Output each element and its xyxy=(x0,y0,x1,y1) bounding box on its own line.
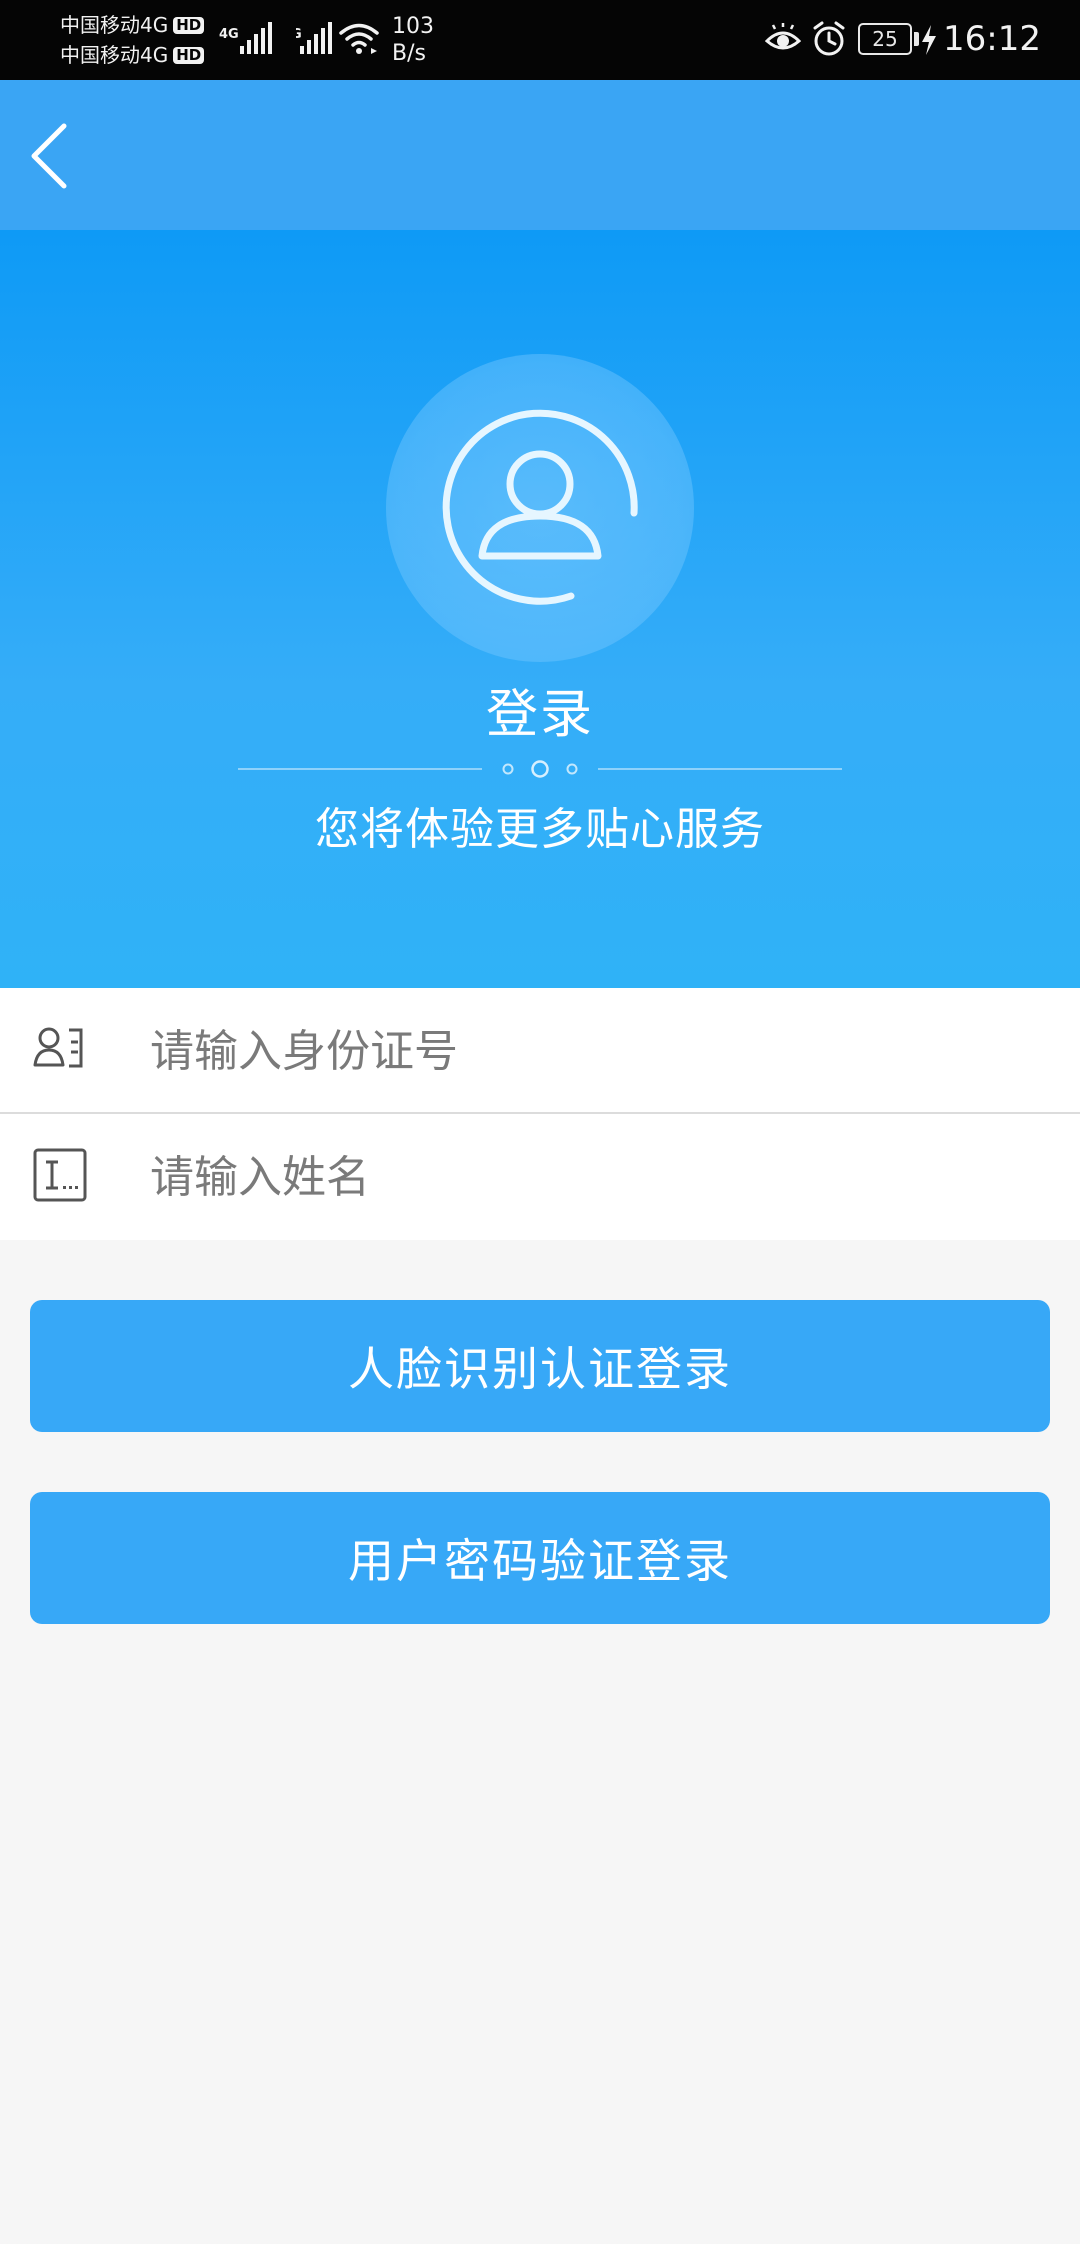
carrier-sim1-label: 中国移动4G xyxy=(60,13,169,37)
login-hero: 登录 您将体验更多贴心服务 xyxy=(0,230,1080,988)
name-row xyxy=(0,1114,1080,1240)
carrier-sim1: 中国移动4G HD xyxy=(60,12,205,38)
battery-level: 25 xyxy=(858,23,912,55)
hd-badge: HD xyxy=(173,17,205,34)
signal-icon: 4G xyxy=(219,22,272,54)
network-speed-value: 103 xyxy=(392,14,434,39)
login-form xyxy=(0,988,1080,1240)
password-login-button[interactable]: 用户密码验证登录 xyxy=(30,1492,1050,1624)
charging-icon xyxy=(922,25,936,55)
hd-badge: HD xyxy=(173,47,205,64)
battery-icon: 25 xyxy=(858,23,920,55)
name-input[interactable] xyxy=(150,1134,1030,1220)
eye-comfort-icon xyxy=(765,23,801,50)
battery-tip xyxy=(914,32,919,46)
divider-right xyxy=(598,768,842,770)
login-screen: 中国移动4GHD 中国移动4GHD 4G 4G 103 B xyxy=(0,0,1080,2244)
page-subtitle: 您将体验更多贴心服务 xyxy=(315,804,765,855)
face-recognition-login-button[interactable]: 人脸识别认证登录 xyxy=(30,1300,1050,1432)
id-number-row xyxy=(0,988,1080,1114)
alarm-icon xyxy=(813,21,845,56)
decorative-dots xyxy=(502,760,578,778)
network-speed-unit: B/s xyxy=(392,41,426,66)
carrier-sim2: 中国移动4G HD xyxy=(60,42,205,68)
page-title: 登录 xyxy=(485,685,594,745)
carrier-sim2-label: 中国移动4G xyxy=(60,43,169,67)
name-field-icon xyxy=(33,1148,87,1202)
divider-left xyxy=(238,768,482,770)
network-type-label: 4G xyxy=(296,27,302,42)
network-type-label: 4G xyxy=(219,27,239,42)
id-number-input[interactable] xyxy=(150,1008,1030,1094)
status-time: 16:12 xyxy=(943,19,1041,59)
wifi-icon xyxy=(339,23,379,54)
id-card-icon xyxy=(33,1027,83,1068)
status-bar: 中国移动4GHD 中国移动4GHD 4G 4G 103 B xyxy=(0,0,1080,80)
top-app-bar xyxy=(0,80,1080,230)
network-speed: 103 B/s xyxy=(392,13,434,67)
chevron-left-icon[interactable] xyxy=(20,116,100,196)
user-circle-icon xyxy=(442,409,638,605)
